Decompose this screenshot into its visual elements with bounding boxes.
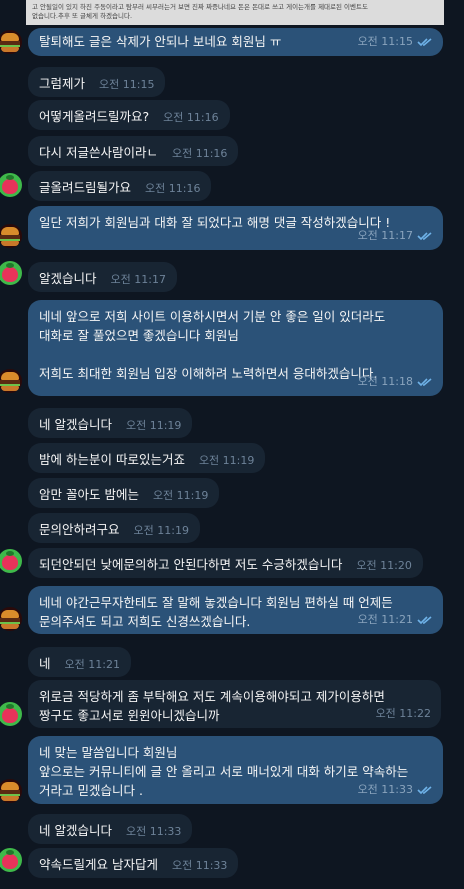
avatar[interactable] (0, 224, 22, 248)
outgoing-message[interactable]: 일단 저희가 회원님과 대화 잘 되었다고 해명 댓글 작성하겠습니다 ! 오전… (28, 206, 443, 250)
message-text: 다시 저글쓴사람이라ㄴ (39, 145, 158, 160)
message-text: 알겠습니다 (39, 271, 97, 286)
outgoing-message[interactable]: 네네 야간근무자한테도 잘 말해 놓겠습니다 회원님 편하실 때 언제든 문의주… (28, 586, 443, 634)
avatar[interactable] (0, 702, 22, 726)
avatar[interactable] (0, 261, 22, 285)
double-check-icon (417, 231, 432, 240)
incoming-message[interactable]: 문의안하려구요 오전 11:19 (28, 513, 200, 543)
message-time: 오전 11:33 (125, 825, 182, 838)
incoming-message[interactable]: 글올려드림될가요 오전 11:16 (28, 171, 212, 201)
incoming-message[interactable]: 다시 저글쓴사람이라ㄴ 오전 11:16 (28, 136, 239, 166)
incoming-message[interactable]: 밤에 하는분이 따로있는거죠 오전 11:19 (28, 443, 266, 473)
double-check-icon (417, 377, 432, 386)
message-text: 위로금 적당하게 좀 부탁해요 저도 계속이용해야되고 제가이용하면 (39, 689, 385, 704)
chat-history[interactable]: 고 안될일이 있지 하진 주동이라고 탐부러 씨부러는거 보면 진짜 짜증나네요… (0, 0, 464, 889)
message-time: 오전 11:17 (357, 229, 413, 242)
avatar[interactable] (0, 848, 22, 872)
message-time: 오전 11:19 (198, 454, 255, 467)
double-check-icon (417, 615, 432, 624)
quoted-text-line: 고 안될일이 있지 하진 주동이라고 탐부러 씨부러는거 보면 진짜 짜증나네요… (32, 3, 368, 11)
incoming-message[interactable]: 네 알겠습니다 오전 11:19 (28, 408, 193, 438)
avatar[interactable] (0, 369, 22, 393)
message-text: 네 맞는 말씀입니다 회원님 (39, 745, 178, 760)
message-time: 오전 11:16 (163, 111, 219, 124)
message-time: 오전 11:17 (110, 273, 166, 286)
quoted-text-line: 없습니다.추후 또 글체게 하겠습니다. (32, 11, 133, 20)
message-time: 오전 11:16 (145, 182, 201, 195)
avatar[interactable] (0, 549, 22, 573)
message-time: 오전 11:18 (357, 375, 413, 388)
incoming-message[interactable]: 되던안되던 낮에문의하고 안된다하면 저도 수긍하겠습니다 오전 11:20 (28, 548, 423, 578)
double-check-icon (417, 37, 432, 46)
avatar[interactable] (0, 30, 22, 54)
message-text: 약속드릴게요 남자답게 (39, 857, 158, 872)
outgoing-message[interactable]: 네 맞는 말씀입니다 회원님 앞으로는 커뮤니티에 글 안 올리고 서로 매너있… (28, 736, 443, 804)
message-text: 네 알겠습니다 (39, 823, 112, 838)
outgoing-message[interactable]: 네네 앞으로 저희 사이트 이용하시면서 기분 안 좋은 일이 있더라도 대화로… (28, 300, 443, 396)
message-text: 글올려드림될가요 (39, 180, 132, 195)
message-text: 대화로 잘 풀었으면 좋겠습니다 회원님 (39, 328, 239, 343)
message-text: 네네 앞으로 저희 사이트 이용하시면서 기분 안 좋은 일이 있더라도 (39, 309, 386, 324)
message-time: 오전 11:21 (64, 658, 120, 671)
message-time: 오전 11:19 (125, 419, 182, 432)
incoming-message[interactable]: 어떻게올려드릴까요? 오전 11:16 (28, 100, 230, 130)
message-text: 그럼제가 (39, 76, 86, 91)
message-time: 오전 11:20 (356, 559, 412, 572)
message-text: 되던안되던 낮에문의하고 안된다하면 저도 수긍하겠습니다 (39, 557, 343, 572)
message-text: 어떻게올려드릴까요? (39, 109, 150, 124)
message-text: 네 알겠습니다 (39, 417, 112, 432)
incoming-message[interactable]: 그럼제가 오전 11:15 (28, 67, 166, 97)
message-time: 오전 11:21 (357, 613, 413, 626)
message-time: 오전 11:19 (133, 524, 189, 537)
avatar[interactable] (0, 173, 22, 197)
incoming-message[interactable]: 약속드릴게요 남자답게 오전 11:33 (28, 848, 239, 878)
message-text: 네 (39, 656, 51, 671)
double-check-icon (417, 785, 432, 794)
message-text: 문의안하려구요 (39, 522, 120, 537)
message-text: 밤에 하는분이 따로있는거죠 (39, 452, 185, 467)
message-time: 오전 11:15 (357, 35, 413, 48)
message-text: 앞으로는 커뮤니티에 글 안 올리고 서로 매너있게 대화 하기로 약속하는 (39, 764, 409, 779)
quoted-message-preview[interactable]: 고 안될일이 있지 하진 주동이라고 탐부러 씨부러는거 보면 진짜 짜증나네요… (26, 0, 444, 25)
message-time: 오전 11:33 (171, 859, 228, 872)
message-text: 짱구도 좋고서로 윈윈아니겠습니까 (39, 708, 220, 723)
incoming-message[interactable]: 네 알겠습니다 오전 11:33 (28, 814, 193, 844)
incoming-message[interactable]: 암만 꼴아도 밤에는 오전 11:19 (28, 478, 220, 508)
message-time: 오전 11:16 (171, 147, 228, 160)
incoming-message[interactable]: 위로금 적당하게 좀 부탁해요 저도 계속이용해야되고 제가이용하면 짱구도 좋… (28, 680, 441, 728)
incoming-message[interactable]: 네 오전 11:21 (28, 647, 131, 677)
incoming-message[interactable]: 알겠습니다 오전 11:17 (28, 262, 177, 292)
message-time: 오전 11:19 (152, 489, 209, 502)
message-text (39, 345, 432, 364)
message-time: 오전 11:22 (375, 707, 431, 720)
avatar[interactable] (0, 779, 22, 803)
message-time: 오전 11:33 (357, 783, 413, 796)
message-text: 암만 꼴아도 밤에는 (39, 487, 139, 502)
avatar[interactable] (0, 607, 22, 631)
message-time: 오전 11:15 (99, 78, 155, 91)
outgoing-message[interactable]: 탈퇴해도 글은 삭제가 안되나 보네요 회원님 ㅠ 오전 11:15 (28, 28, 443, 56)
